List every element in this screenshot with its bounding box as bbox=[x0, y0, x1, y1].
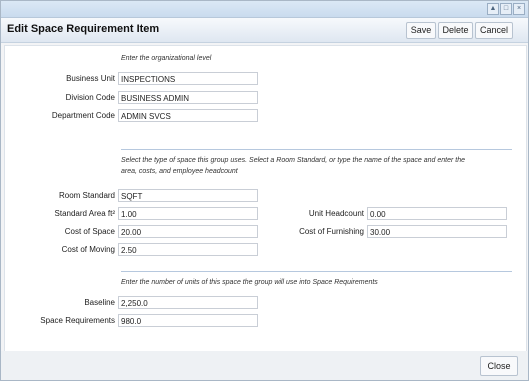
division-code-label: Division Code bbox=[65, 93, 115, 102]
standard-area-label: Standard Area ft² bbox=[54, 209, 115, 218]
close-button[interactable]: Close bbox=[480, 356, 518, 376]
room-standard-label: Room Standard bbox=[58, 191, 115, 200]
business-unit-label: Business Unit bbox=[66, 74, 115, 83]
collapse-icon[interactable]: ▲ bbox=[487, 3, 499, 15]
baseline-label: Baseline bbox=[84, 298, 115, 307]
form-content: Enter the organizational level Business … bbox=[4, 45, 527, 352]
window-titlebar: ▲ □ × bbox=[1, 1, 528, 18]
form-header: Edit Space Requirement Item Save Delete … bbox=[1, 18, 528, 43]
close-icon[interactable]: × bbox=[513, 3, 525, 15]
section-divider bbox=[121, 271, 512, 272]
space-requirements-field[interactable]: 980.0 bbox=[118, 314, 258, 327]
cost-of-furnishing-field[interactable]: 30.00 bbox=[367, 225, 507, 238]
cost-of-furnishing-label: Cost of Furnishing bbox=[299, 227, 364, 236]
delete-button[interactable]: Delete bbox=[438, 22, 473, 39]
maximize-icon[interactable]: □ bbox=[500, 3, 512, 15]
division-code-field[interactable]: BUSINESS ADMIN bbox=[118, 91, 258, 104]
department-code-field[interactable]: ADMIN SVCS bbox=[118, 109, 258, 122]
standard-area-field[interactable]: 1.00 bbox=[118, 207, 258, 220]
cancel-button[interactable]: Cancel bbox=[475, 22, 513, 39]
room-standard-field[interactable]: SQFT bbox=[118, 189, 258, 202]
space-instruction-line2: area, costs, and employee headcount bbox=[121, 168, 238, 175]
department-code-label: Department Code bbox=[51, 111, 115, 120]
dialog-footer: Close bbox=[1, 351, 528, 380]
section-divider bbox=[121, 149, 512, 150]
units-instruction: Enter the number of units of this space … bbox=[121, 279, 378, 286]
unit-headcount-label: Unit Headcount bbox=[308, 209, 364, 218]
page-title: Edit Space Requirement Item bbox=[7, 23, 160, 35]
unit-headcount-field[interactable]: 0.00 bbox=[367, 207, 507, 220]
cost-of-moving-field[interactable]: 2.50 bbox=[118, 243, 258, 256]
business-unit-field[interactable]: INSPECTIONS bbox=[118, 72, 258, 85]
dialog-window: ▲ □ × Edit Space Requirement Item Save D… bbox=[0, 0, 529, 381]
cost-of-space-field[interactable]: 20.00 bbox=[118, 225, 258, 238]
save-button[interactable]: Save bbox=[406, 22, 436, 39]
space-instruction-line1: Select the type of space this group uses… bbox=[121, 157, 465, 164]
cost-of-space-label: Cost of Space bbox=[64, 227, 115, 236]
baseline-field[interactable]: 2,250.0 bbox=[118, 296, 258, 309]
org-instruction: Enter the organizational level bbox=[121, 55, 212, 62]
window-controls: ▲ □ × bbox=[487, 3, 525, 15]
space-requirements-label: Space Requirements bbox=[40, 316, 115, 325]
cost-of-moving-label: Cost of Moving bbox=[61, 245, 115, 254]
